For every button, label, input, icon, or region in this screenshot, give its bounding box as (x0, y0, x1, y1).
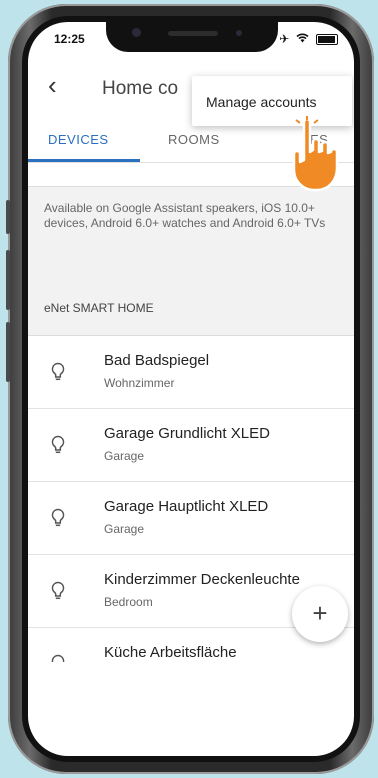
device-room: Garage (104, 449, 145, 463)
airplane-icon: ✈ (279, 32, 290, 46)
lightbulb-icon (51, 435, 65, 454)
lightbulb-icon (51, 654, 65, 662)
device-row[interactable]: Garage Hauptlicht XLED Garage (28, 482, 354, 555)
device-name: Bad Badspiegel (104, 352, 210, 369)
phone-bezel: 12:25 ✈ ‹ Home co DEVICES ROOMS ES (22, 16, 360, 762)
lightbulb-icon (51, 581, 65, 600)
earpiece (168, 31, 218, 36)
status-time: 12:25 (54, 32, 85, 46)
availability-notice: Available on Google Assistant speakers, … (28, 186, 354, 280)
active-tab-indicator (28, 159, 140, 162)
tab-devices[interactable]: DEVICES (48, 132, 109, 147)
notch (106, 22, 278, 52)
tab-rooms[interactable]: ROOMS (168, 132, 220, 147)
section-header: eNet SMART HOME (28, 279, 354, 336)
lightbulb-icon (51, 362, 65, 381)
device-room: Bedroom (104, 595, 153, 609)
sensor (236, 30, 242, 36)
device-room: Wohnzimmer (104, 376, 175, 390)
device-room: Garage (104, 522, 145, 536)
volume-up-button (6, 250, 10, 310)
device-row[interactable]: Garage Grundlicht XLED Garage (28, 409, 354, 482)
pointing-hand-icon (292, 116, 339, 192)
back-arrow-icon[interactable]: ‹ (48, 70, 57, 100)
manage-accounts-item[interactable]: Manage accounts (206, 94, 317, 110)
device-name: Garage Hauptlicht XLED (104, 498, 269, 515)
device-name: Kinderzimmer Deckenleuchte (104, 571, 300, 588)
notice-text: Available on Google Assistant speakers, … (44, 201, 326, 230)
phone-frame: 12:25 ✈ ‹ Home co DEVICES ROOMS ES (6, 4, 374, 774)
wifi-icon (296, 32, 312, 46)
add-device-button[interactable]: + (292, 586, 348, 642)
screen: 12:25 ✈ ‹ Home co DEVICES ROOMS ES (28, 22, 354, 756)
mute-switch (6, 200, 10, 234)
battery-icon (316, 34, 338, 46)
device-name: Küche Arbeitsfläche (104, 644, 237, 661)
status-icons: ✈ (279, 32, 338, 46)
page-title: Home co (102, 78, 179, 99)
front-camera (132, 28, 141, 37)
device-name: Garage Grundlicht XLED (104, 425, 270, 442)
device-row[interactable]: Bad Badspiegel Wohnzimmer (28, 336, 354, 409)
volume-down-button (6, 322, 10, 382)
lightbulb-icon (51, 508, 65, 527)
section-title: eNet SMART HOME (44, 301, 154, 315)
